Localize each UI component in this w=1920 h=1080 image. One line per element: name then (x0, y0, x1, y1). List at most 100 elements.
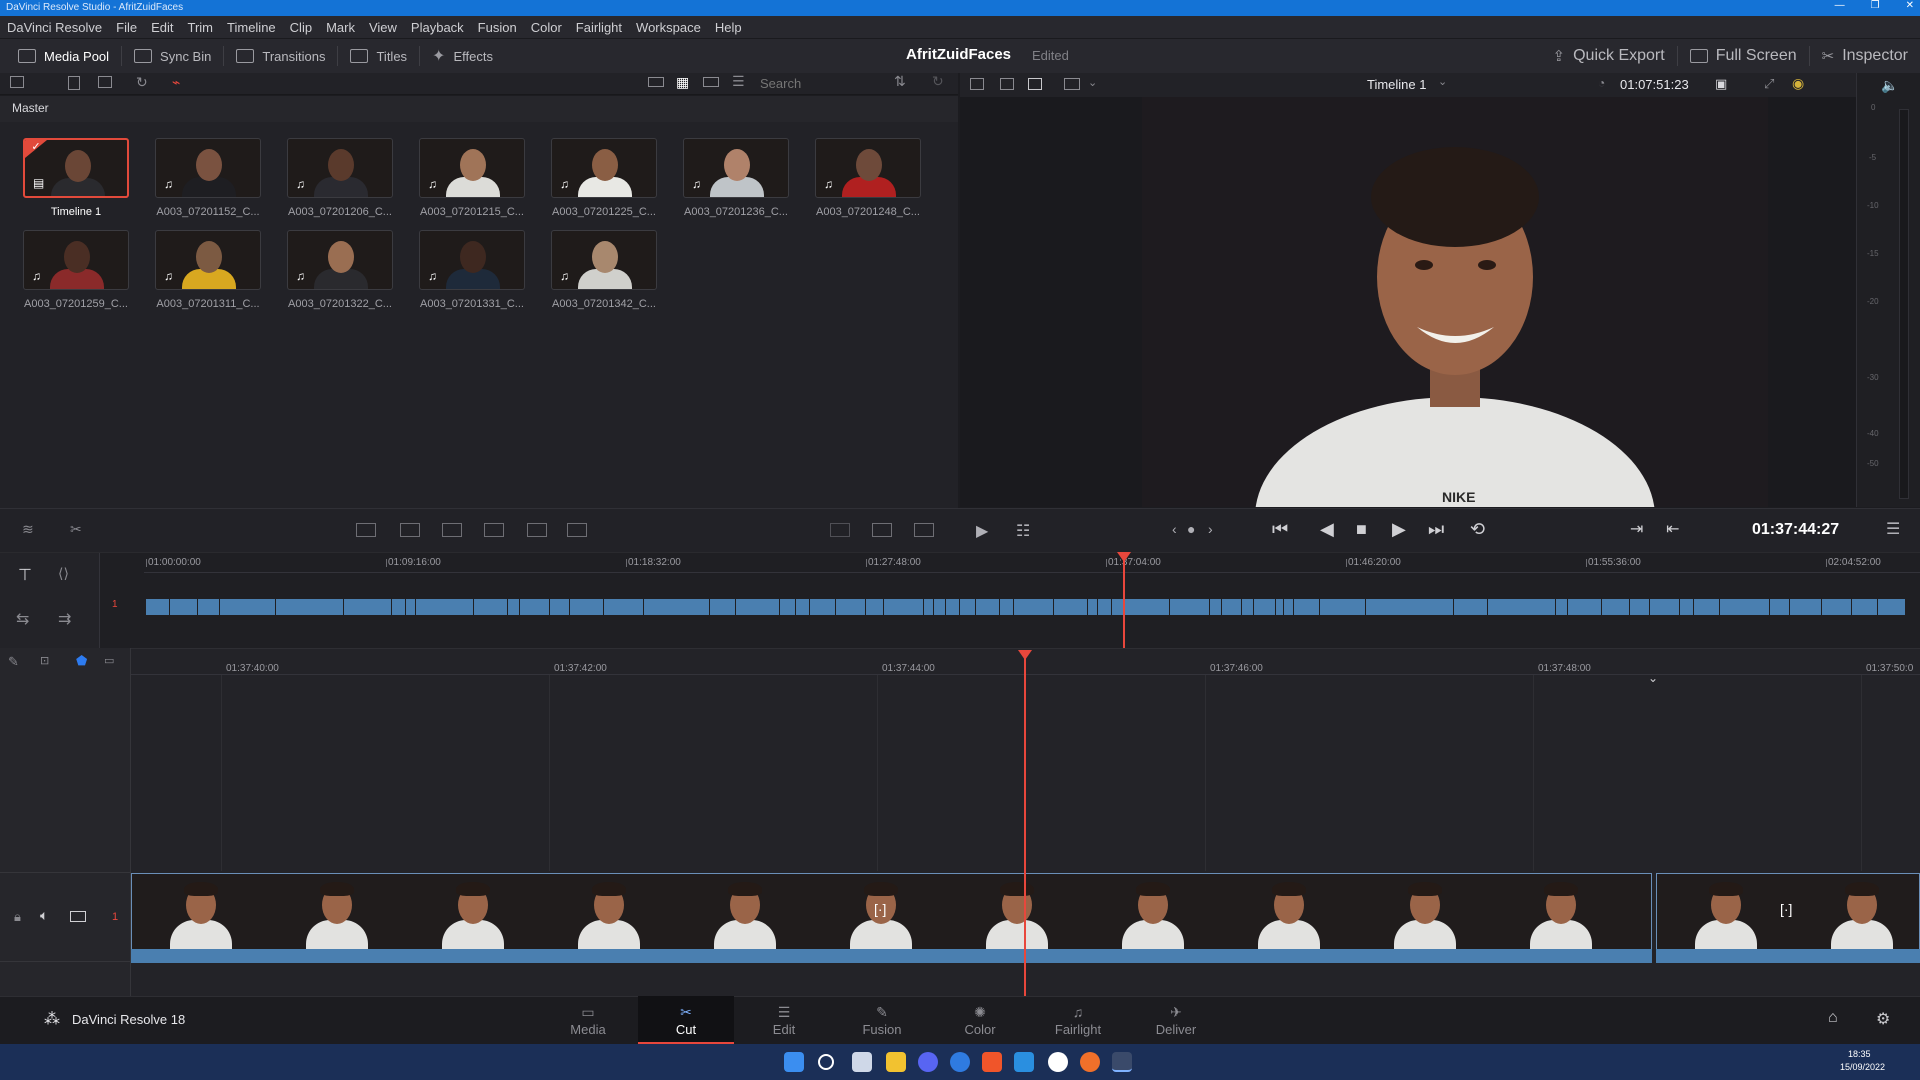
media-pool-clip[interactable]: ♫ A003_07201248_C... (815, 138, 921, 218)
media-pool-clip[interactable]: ♫ A003_07201331_C... (419, 230, 525, 310)
timeline-clip-segment[interactable] (570, 599, 604, 615)
place-on-top-icon[interactable] (527, 523, 547, 537)
page-tab-edit[interactable]: ☰ Edit (736, 996, 832, 1044)
timeline-clip-segment[interactable] (474, 599, 508, 615)
import-icon[interactable] (68, 76, 80, 90)
monitor-icon[interactable] (70, 911, 86, 922)
timeline-clip-segment[interactable] (1556, 599, 1568, 615)
timeline-clip-segment[interactable] (1320, 599, 1366, 615)
timeline-clip-segment[interactable] (1694, 599, 1720, 615)
search-icon[interactable] (818, 1054, 834, 1070)
ripple-icon[interactable]: ⇉ (58, 609, 71, 629)
audio-trim-icon[interactable]: ≋ (22, 521, 34, 538)
timeline-clip-segment[interactable] (736, 599, 780, 615)
page-tab-fairlight[interactable]: ♫ Fairlight (1030, 996, 1126, 1044)
mark-in-icon[interactable]: ⇥ (1630, 519, 1643, 539)
home-icon[interactable]: ⌂ (1828, 1009, 1838, 1027)
menu-item-fusion[interactable]: Fusion (471, 20, 524, 35)
timeline-clip-segment[interactable] (220, 599, 276, 615)
timeline-clip-segment[interactable] (1098, 599, 1112, 615)
sort-icon[interactable]: ⇅ (894, 73, 906, 90)
timeline-clip-segment[interactable] (644, 599, 710, 615)
audio-view-icon[interactable]: ▭ (104, 654, 114, 667)
timeline-clip-segment[interactable] (934, 599, 946, 615)
media-pool-clip[interactable]: ♫ A003_07201322_C... (287, 230, 393, 310)
timeline-clip-segment[interactable] (344, 599, 392, 615)
source-tape-icon[interactable]: ▶ (976, 521, 988, 541)
chevron-down-icon[interactable]: ⌄ (1088, 76, 1097, 89)
color-picker-icon[interactable]: ◉ (1792, 75, 1804, 92)
go-to-start-icon[interactable]: ⏮ (1272, 519, 1288, 540)
quick-export-button[interactable]: ⇪ Quick Export (1541, 38, 1677, 73)
vscode-icon[interactable] (1014, 1052, 1034, 1072)
timeline-clip-segment[interactable] (392, 599, 406, 615)
timeline-clip-segment[interactable] (1254, 599, 1276, 615)
prev-clip-icon[interactable]: ‹ (1172, 521, 1177, 537)
task-view-icon[interactable] (852, 1052, 872, 1072)
lock-icon[interactable]: 🔒︎ (14, 909, 21, 925)
timeline-clip-segment[interactable] (520, 599, 550, 615)
sync-icon[interactable]: ↻ (136, 74, 148, 91)
timeline-clip-segment[interactable] (1720, 599, 1770, 615)
source-overwrite-icon[interactable] (567, 523, 587, 537)
transition-marker-icon[interactable]: [·] (874, 901, 886, 917)
timeline-clip-segment[interactable] (1770, 599, 1790, 615)
timeline-clip-segment[interactable] (1790, 599, 1822, 615)
page-tab-deliver[interactable]: ✈ Deliver (1128, 996, 1224, 1044)
ripple-overwrite-icon[interactable] (442, 523, 462, 537)
mark-out-icon[interactable]: ⇤ (1666, 519, 1679, 539)
timeline-clip-segment[interactable] (1276, 599, 1284, 615)
marker-icon[interactable]: ⬟ (76, 653, 87, 669)
timeline-clip-segment[interactable] (1000, 599, 1014, 615)
media-pool-clip[interactable]: ♫ A003_07201342_C... (551, 230, 657, 310)
timeline-clip-segment[interactable] (866, 599, 884, 615)
titles-button[interactable]: Titles (338, 39, 419, 74)
timeline-clip-segment[interactable] (1630, 599, 1650, 615)
transition-icon[interactable] (830, 523, 850, 537)
timeline-clip-segment[interactable] (604, 599, 644, 615)
timeline-clip-segment[interactable] (1366, 599, 1454, 615)
timeline-clip-segment[interactable] (550, 599, 570, 615)
playhead-upper[interactable] (1123, 556, 1125, 648)
timeline-clip-segment[interactable] (416, 599, 474, 615)
smooth-cut-icon[interactable] (914, 523, 934, 537)
position-dot-icon[interactable]: ● (1187, 521, 1195, 537)
unreal-icon[interactable] (1048, 1052, 1068, 1072)
timeline-clip-segment[interactable] (810, 599, 836, 615)
speaker-icon[interactable]: 🔈︎ (40, 907, 48, 924)
houdini-icon[interactable] (1080, 1052, 1100, 1072)
timeline-clip-segment[interactable] (1454, 599, 1488, 615)
layout-toggle-icon[interactable] (10, 76, 24, 88)
menu-item-playback[interactable]: Playback (404, 20, 471, 35)
timeline-clip-segment[interactable] (1680, 599, 1694, 615)
timeline-clip-segment[interactable] (1568, 599, 1602, 615)
timeline-clip-segment[interactable] (1054, 599, 1088, 615)
timeline-clip-segment[interactable] (170, 599, 198, 615)
zoom-icon[interactable]: ⊡ (40, 654, 49, 667)
timeline-name[interactable]: Timeline 1 (1367, 77, 1426, 92)
timeline-clip-segment[interactable] (1014, 599, 1054, 615)
timeline-clip-segment[interactable] (1242, 599, 1254, 615)
pencil-icon[interactable]: ✎ (8, 654, 19, 670)
menu-item-view[interactable]: View (362, 20, 404, 35)
media-pool-clip[interactable]: ♫ A003_07201206_C... (287, 138, 393, 218)
timeline-clip-segment[interactable] (884, 599, 924, 615)
page-tab-media[interactable]: ▭ Media (540, 996, 636, 1044)
timeline-clip-segment[interactable] (1284, 599, 1294, 615)
options-menu-icon[interactable]: ☰ (1886, 519, 1900, 539)
dissolve-icon[interactable] (872, 523, 892, 537)
inspector-button[interactable]: ✂ Inspector (1810, 38, 1920, 73)
timeline-clip-segment[interactable] (1878, 599, 1906, 615)
brave-icon[interactable] (982, 1052, 1002, 1072)
timeline-clip-segment[interactable] (1222, 599, 1242, 615)
media-pool-clip[interactable]: ♫ A003_07201152_C... (155, 138, 261, 218)
gear-icon[interactable]: ⚙ (1876, 1009, 1890, 1029)
media-pool-clip[interactable]: ♫ A003_07201236_C... (683, 138, 789, 218)
next-clip-icon[interactable]: › (1208, 521, 1213, 537)
timeline-clip-segment[interactable] (836, 599, 866, 615)
windows-start-icon[interactable] (784, 1052, 804, 1072)
trim-mode-icon[interactable]: ⟨⟩ (58, 565, 69, 582)
camera-icon[interactable]: ▣ (1715, 76, 1727, 92)
safe-area-icon[interactable] (1000, 78, 1014, 90)
menu-item-color[interactable]: Color (524, 20, 569, 35)
